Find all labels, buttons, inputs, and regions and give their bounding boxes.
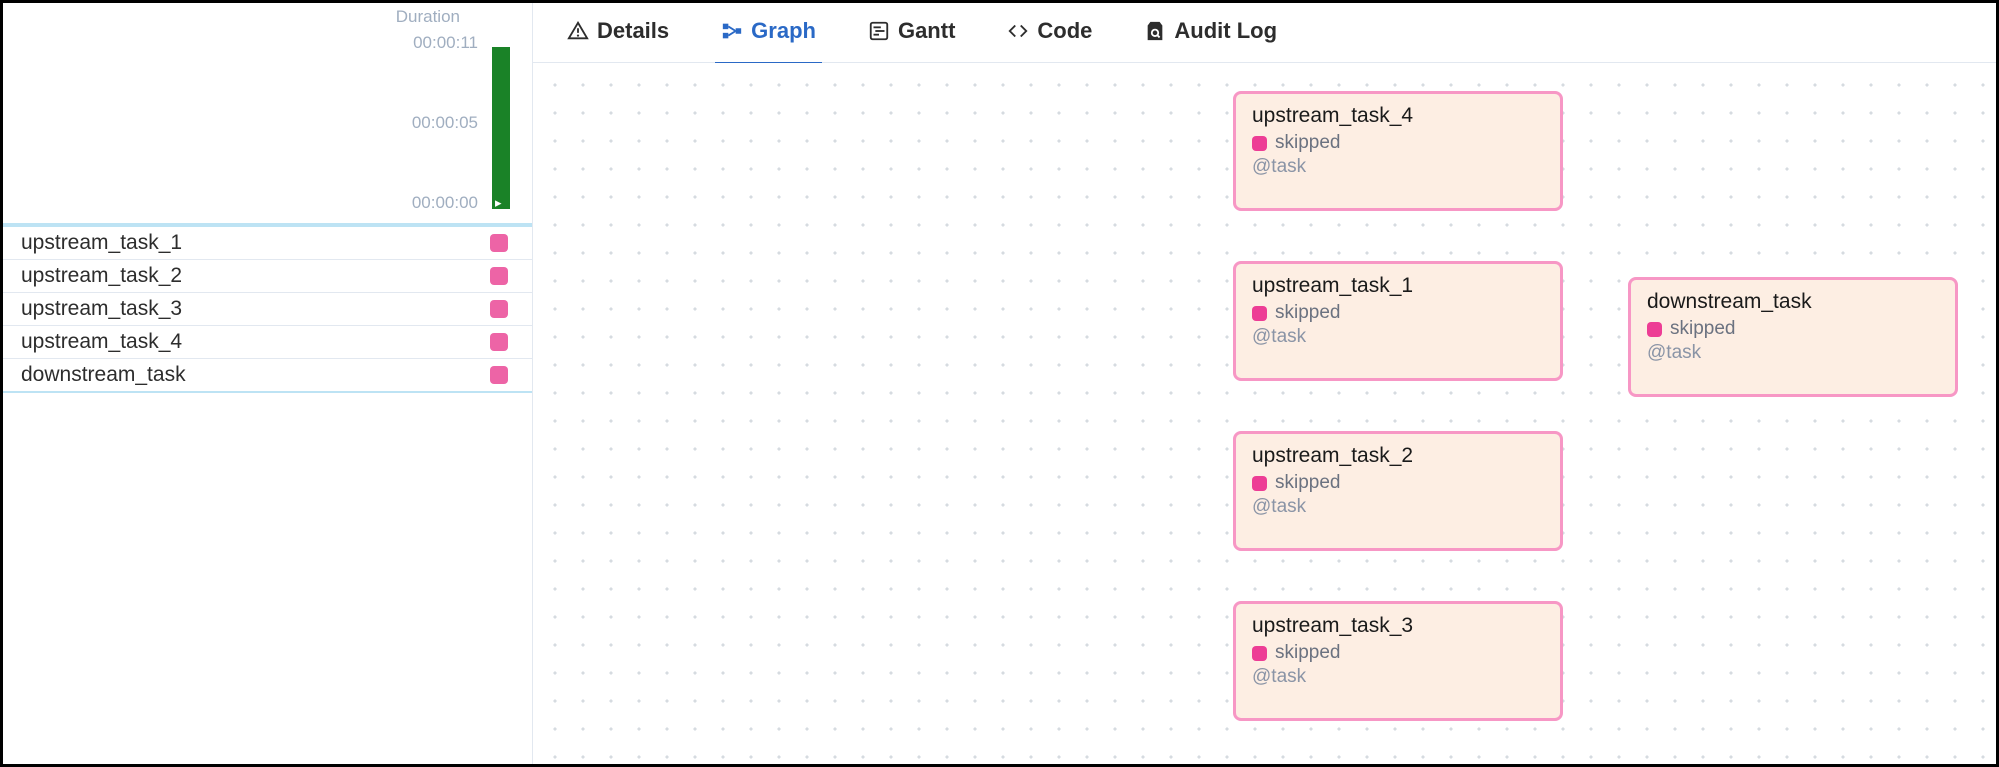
node-meta: @task bbox=[1252, 666, 1544, 688]
code-icon bbox=[1007, 20, 1029, 42]
node-status: skipped bbox=[1252, 132, 1544, 154]
status-indicator bbox=[490, 267, 508, 285]
node-title: downstream_task bbox=[1647, 290, 1939, 314]
task-row[interactable]: upstream_task_2 bbox=[3, 260, 532, 293]
node-title: upstream_task_2 bbox=[1252, 444, 1544, 468]
axis-tick: 00:00:00 bbox=[412, 193, 478, 213]
graph-node[interactable]: upstream_task_2skipped@task bbox=[1233, 431, 1563, 551]
node-title: upstream_task_1 bbox=[1252, 274, 1544, 298]
status-indicator bbox=[490, 234, 508, 252]
axis-tick: 00:00:11 bbox=[412, 33, 478, 53]
duration-chart: Duration 00:00:11 00:00:05 00:00:00 bbox=[3, 3, 532, 223]
status-indicator bbox=[490, 366, 508, 384]
task-row[interactable]: upstream_task_4 bbox=[3, 326, 532, 359]
graph-canvas[interactable]: upstream_task_4skipped@taskupstream_task… bbox=[533, 63, 1996, 764]
task-name: downstream_task bbox=[21, 363, 186, 387]
tab-label: Gantt bbox=[898, 18, 955, 44]
node-status: skipped bbox=[1252, 302, 1544, 324]
sidebar: Duration 00:00:11 00:00:05 00:00:00 upst… bbox=[3, 3, 533, 764]
duration-axis: 00:00:11 00:00:05 00:00:00 bbox=[412, 33, 478, 213]
tab-label: Code bbox=[1037, 18, 1092, 44]
task-name: upstream_task_1 bbox=[21, 231, 182, 255]
graph-node[interactable]: downstream_taskskipped@task bbox=[1628, 277, 1958, 397]
node-status-label: skipped bbox=[1275, 642, 1341, 664]
node-status-label: skipped bbox=[1275, 302, 1341, 324]
node-title: upstream_task_3 bbox=[1252, 614, 1544, 638]
status-dot-icon bbox=[1252, 476, 1267, 491]
task-list: upstream_task_1 upstream_task_2 upstream_t… bbox=[3, 223, 532, 393]
tabs: Details Graph Gantt Code Audit Log bbox=[533, 3, 1996, 63]
node-meta: @task bbox=[1647, 342, 1939, 364]
task-name: upstream_task_2 bbox=[21, 264, 182, 288]
status-dot-icon bbox=[1252, 646, 1267, 661]
graph-node[interactable]: upstream_task_1skipped@task bbox=[1233, 261, 1563, 381]
task-row[interactable]: upstream_task_1 bbox=[3, 227, 532, 260]
node-status: skipped bbox=[1252, 642, 1544, 664]
tab-label: Graph bbox=[751, 18, 816, 44]
tab-label: Details bbox=[597, 18, 669, 44]
status-indicator bbox=[490, 333, 508, 351]
graph-icon bbox=[721, 20, 743, 42]
node-meta: @task bbox=[1252, 156, 1544, 178]
status-indicator bbox=[490, 300, 508, 318]
task-row[interactable]: downstream_task bbox=[3, 359, 532, 391]
graph-node[interactable]: upstream_task_4skipped@task bbox=[1233, 91, 1563, 211]
axis-tick: 00:00:05 bbox=[412, 113, 478, 133]
tab-audit-log[interactable]: Audit Log bbox=[1138, 8, 1283, 65]
status-dot-icon bbox=[1647, 322, 1662, 337]
warning-triangle-icon bbox=[567, 20, 589, 42]
task-row[interactable]: upstream_task_3 bbox=[3, 293, 532, 326]
gantt-icon bbox=[868, 20, 890, 42]
status-dot-icon bbox=[1252, 306, 1267, 321]
node-title: upstream_task_4 bbox=[1252, 104, 1544, 128]
task-name: upstream_task_4 bbox=[21, 330, 182, 354]
node-meta: @task bbox=[1252, 496, 1544, 518]
node-status-label: skipped bbox=[1275, 472, 1341, 494]
node-status-label: skipped bbox=[1275, 132, 1341, 154]
status-dot-icon bbox=[1252, 136, 1267, 151]
audit-log-icon bbox=[1144, 20, 1166, 42]
node-meta: @task bbox=[1252, 326, 1544, 348]
tab-label: Audit Log bbox=[1174, 18, 1277, 44]
main-panel: Details Graph Gantt Code Audit Log ups bbox=[533, 3, 1996, 764]
graph-node[interactable]: upstream_task_3skipped@task bbox=[1233, 601, 1563, 721]
node-status-label: skipped bbox=[1670, 318, 1736, 340]
node-status: skipped bbox=[1647, 318, 1939, 340]
tab-gantt[interactable]: Gantt bbox=[862, 8, 961, 65]
duration-bar[interactable] bbox=[492, 47, 510, 209]
duration-label: Duration bbox=[3, 7, 532, 27]
tab-graph[interactable]: Graph bbox=[715, 8, 822, 65]
task-name: upstream_task_3 bbox=[21, 297, 182, 321]
node-status: skipped bbox=[1252, 472, 1544, 494]
tab-code[interactable]: Code bbox=[1001, 8, 1098, 65]
tab-details[interactable]: Details bbox=[561, 8, 675, 65]
